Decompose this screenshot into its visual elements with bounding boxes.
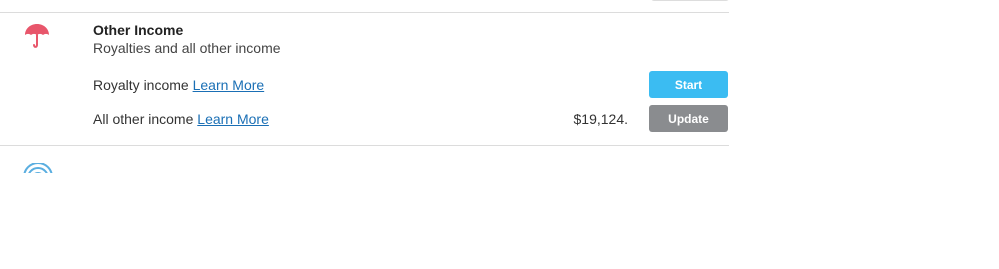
royalty-income-row: Royalty income Learn More [93, 77, 264, 93]
section-subtitle: Royalties and all other income [93, 40, 281, 56]
previous-row-button-edge [651, 0, 729, 1]
other-income-update-button[interactable]: Update [649, 105, 728, 132]
royalty-income-label: Royalty income [93, 77, 189, 93]
signal-icon [23, 163, 53, 173]
umbrella-icon [25, 24, 49, 48]
other-income-learn-more-link[interactable]: Learn More [197, 111, 269, 127]
other-income-label: All other income [93, 111, 194, 127]
next-section-clip [0, 146, 999, 173]
royalty-start-button[interactable]: Start [649, 71, 728, 98]
section-divider-top [0, 12, 729, 13]
section-title: Other Income [93, 22, 184, 38]
other-income-row: All other income Learn More [93, 111, 269, 127]
other-income-amount: $19,124. [573, 111, 629, 127]
royalty-learn-more-link[interactable]: Learn More [193, 77, 265, 93]
